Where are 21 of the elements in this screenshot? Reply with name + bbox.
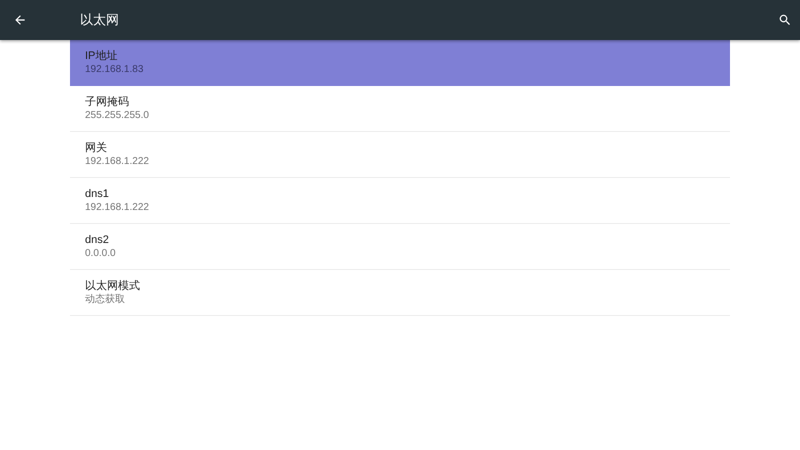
- item-value: 192.168.1.83: [85, 64, 144, 76]
- item-title: IP地址: [85, 49, 118, 63]
- item-value: 动态获取: [85, 294, 125, 306]
- search-icon[interactable]: [778, 13, 792, 27]
- item-value: 0.0.0.0: [85, 248, 116, 260]
- screen-title: 以太网: [80, 11, 120, 29]
- list-item[interactable]: 以太网模式 动态获取: [70, 270, 730, 316]
- list-item[interactable]: 子网掩码 255.255.255.0: [70, 86, 730, 132]
- list-item[interactable]: IP地址 192.168.1.83: [70, 40, 730, 86]
- item-title: dns2: [85, 233, 109, 247]
- item-value: 192.168.1.222: [85, 202, 149, 214]
- item-title: 网关: [85, 141, 107, 155]
- item-title: 以太网模式: [85, 279, 140, 293]
- item-value: 192.168.1.222: [85, 156, 149, 168]
- list-item[interactable]: 网关 192.168.1.222: [70, 132, 730, 178]
- back-arrow-icon[interactable]: [13, 13, 27, 27]
- list-item[interactable]: dns1 192.168.1.222: [70, 178, 730, 224]
- item-title: 子网掩码: [85, 95, 129, 109]
- list-item[interactable]: dns2 0.0.0.0: [70, 224, 730, 270]
- item-title: dns1: [85, 187, 109, 201]
- item-value: 255.255.255.0: [85, 110, 149, 122]
